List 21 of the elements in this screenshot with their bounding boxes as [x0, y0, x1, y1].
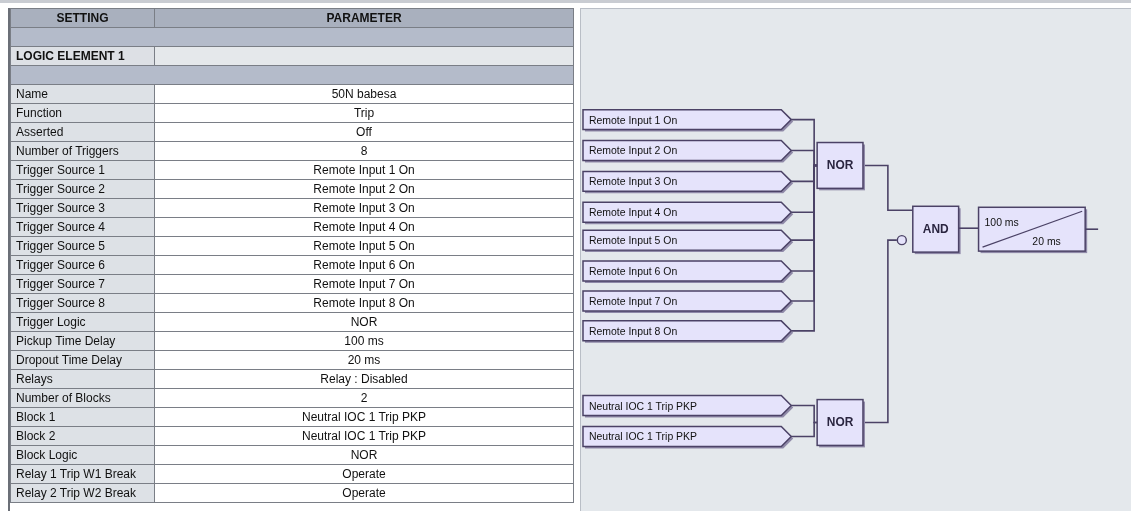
connector-line — [790, 421, 818, 438]
input-tag: Remote Input 5 On — [582, 229, 794, 253]
input-tag: Remote Input 4 On — [582, 201, 794, 225]
input-tag: Remote Input 1 On — [582, 108, 794, 132]
nor-gate: NOR — [816, 141, 865, 191]
connector-line — [957, 227, 980, 229]
input-tag: Remote Input 8 On — [582, 320, 794, 343]
nor-gate: NOR — [816, 398, 865, 448]
column-header: SETTING — [10, 8, 155, 28]
input-tag: Remote Input 2 On — [582, 139, 794, 163]
input-tag: Remote Input 7 On — [582, 290, 794, 313]
and-gate: AND — [912, 205, 961, 255]
input-tag: Remote Input 3 On — [582, 170, 794, 194]
input-tag: Neutral IOC 1 Trip PKP — [582, 425, 794, 449]
connector-line — [790, 404, 818, 424]
input-tag: Remote Input 6 On — [582, 260, 794, 283]
connector-line — [1084, 228, 1099, 230]
timer-block: 100 ms 20 ms — [977, 206, 1088, 254]
input-tag: Neutral IOC 1 Trip PKP — [582, 394, 794, 418]
inverter-circle — [896, 235, 907, 246]
column-header: PARAMETER — [154, 8, 574, 28]
